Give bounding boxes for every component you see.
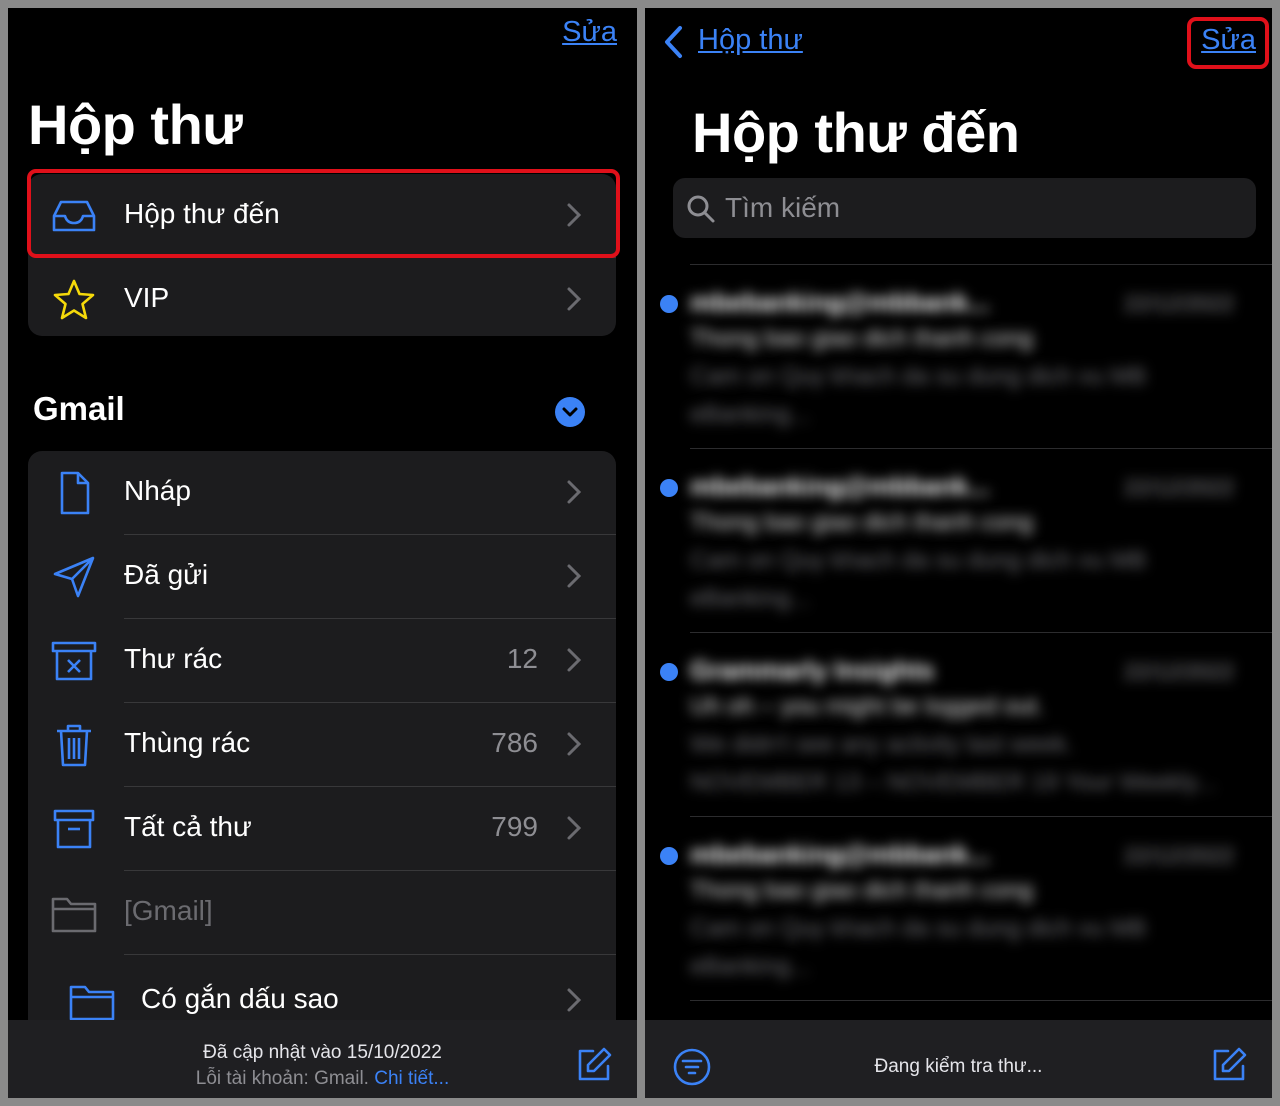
message-row[interactable]: mbebanking@mbbank... 22/12/2022 Thong ba… — [645, 817, 1272, 1001]
unread-count: 786 — [491, 727, 538, 758]
unread-count: 799 — [491, 811, 538, 842]
mailbox-vip[interactable]: VIP — [28, 258, 616, 336]
mailbox-label: Tất cả thư — [124, 811, 252, 842]
message-preview: We didn't see any activity last week. — [690, 731, 1073, 758]
message-preview: Cam on Quy khach da su dung dich vu MB — [690, 363, 1147, 390]
compose-icon[interactable] — [577, 1046, 613, 1082]
page-title: Hộp thư — [28, 93, 243, 156]
message-row[interactable]: mbebanking@mbbank... 22/12/2022 Thong ba… — [645, 449, 1272, 633]
message-sender: mbebanking@mbbank... — [690, 471, 990, 501]
edit-button[interactable]: Sửa — [562, 16, 617, 49]
unread-dot-icon — [660, 479, 678, 497]
document-icon — [50, 471, 98, 515]
search-icon — [687, 195, 715, 223]
message-preview: eBanking... — [690, 401, 811, 428]
unread-dot-icon — [660, 663, 678, 681]
folder-icon — [50, 891, 98, 935]
message-date: 22/12/2022 — [1123, 659, 1234, 684]
chevron-right-icon — [567, 648, 582, 672]
star-icon — [50, 278, 98, 322]
message-date: 22/12/2022 — [1123, 475, 1234, 500]
junk-box-icon — [50, 639, 98, 683]
page-title: Hộp thư đến — [692, 101, 1020, 164]
unread-count: 12 — [506, 643, 538, 674]
chevron-right-icon — [567, 480, 582, 504]
account-error-text: Lỗi tài khoản: Gmail. Chi tiết... — [195, 1068, 450, 1089]
back-button[interactable]: Hộp thư — [698, 24, 803, 57]
chevron-right-icon — [567, 988, 582, 1012]
message-sender: mbebanking@mbbank... — [690, 839, 990, 869]
message-sender: mbebanking@mbbank... — [690, 287, 990, 317]
mailbox-gmail-folder: [Gmail] — [28, 871, 616, 955]
unread-dot-icon — [660, 295, 678, 313]
mailbox-drafts[interactable]: Nháp — [28, 451, 616, 535]
mailbox-label: Có gắn dấu sao — [141, 983, 339, 1014]
chevron-down-icon — [562, 407, 578, 417]
bottom-toolbar: Đang kiểm tra thư... — [645, 1020, 1272, 1098]
chevron-right-icon — [567, 564, 582, 588]
mailbox-all-mail[interactable]: Tất cả thư 799 — [28, 787, 616, 871]
bottom-toolbar: Đã cập nhật vào 15/10/2022 Lỗi tài khoản… — [8, 1020, 637, 1098]
message-preview: Cam on Quy khach da su dung dich vu MB — [690, 547, 1147, 574]
mailboxes-screen: Sửa Hộp thư Hộp thư đến VIP Gmail Nháp Đ… — [8, 8, 637, 1098]
message-subject: Thong bao giao dich thanh cong — [690, 877, 1033, 904]
mailbox-label: [Gmail] — [124, 895, 213, 926]
last-updated-text: Đã cập nhật vào 15/10/2022 — [203, 1042, 442, 1063]
message-row[interactable]: Grammarly Insights 22/12/2022 Uh oh – yo… — [645, 633, 1272, 817]
compose-icon[interactable] — [1212, 1046, 1248, 1082]
collapse-section-button[interactable] — [555, 397, 585, 427]
unread-dot-icon — [660, 847, 678, 865]
inbox-screen: Hộp thư Sửa Hộp thư đến Tìm kiếm mbebank… — [645, 8, 1272, 1098]
chevron-left-icon[interactable] — [661, 24, 685, 60]
gmail-mailboxes-group: Nháp Đã gửi Thư rác 12 Thùng rác 786 Tất… — [28, 451, 616, 1071]
folder-icon — [68, 979, 116, 1023]
message-preview: eBanking... — [690, 585, 811, 612]
paper-plane-icon — [50, 555, 98, 599]
trash-icon — [50, 723, 98, 767]
chevron-right-icon — [567, 287, 582, 311]
archive-box-icon — [50, 807, 98, 851]
message-subject: Thong bao giao dich thanh cong — [690, 325, 1033, 352]
checking-mail-text: Đang kiểm tra thư... — [874, 1056, 1043, 1077]
details-link[interactable]: Chi tiết... — [374, 1068, 449, 1089]
message-row[interactable]: mbebanking@mbbank... 22/12/2022 Thong ba… — [645, 265, 1272, 449]
mailbox-label: VIP — [124, 282, 170, 313]
mailbox-label: Thư rác — [124, 643, 223, 674]
message-preview: eBanking... — [690, 953, 811, 980]
chevron-right-icon — [567, 816, 582, 840]
mailbox-inbox[interactable]: Hộp thư đến — [28, 174, 616, 258]
mailbox-label: Đã gửi — [124, 559, 209, 590]
mailbox-label: Hộp thư đến — [124, 198, 280, 229]
section-title-gmail: Gmail — [33, 390, 125, 427]
chevron-right-icon — [567, 203, 582, 227]
favorites-group: Hộp thư đến VIP — [28, 174, 616, 336]
chevron-right-icon — [567, 732, 582, 756]
message-preview: NOVEMBER 13 – NOVEMBER 19 Your Weekly... — [690, 769, 1216, 796]
mailbox-label: Nháp — [124, 475, 191, 506]
mailbox-label: Thùng rác — [124, 727, 251, 758]
message-date: 22/12/2022 — [1123, 843, 1234, 868]
message-date: 22/12/2022 — [1123, 291, 1234, 316]
mailbox-junk[interactable]: Thư rác 12 — [28, 619, 616, 703]
search-field[interactable]: Tìm kiếm — [673, 178, 1256, 238]
mailbox-sent[interactable]: Đã gửi — [28, 535, 616, 619]
message-sender: Grammarly Insights — [690, 655, 935, 685]
message-subject: Thong bao giao dich thanh cong — [690, 509, 1033, 536]
message-subject: Uh oh – you might be logged out. — [690, 693, 1044, 720]
inbox-tray-icon — [50, 194, 98, 238]
message-preview: Cam on Quy khach da su dung dich vu MB — [690, 915, 1147, 942]
search-placeholder: Tìm kiếm — [725, 192, 841, 223]
mailbox-trash[interactable]: Thùng rác 786 — [28, 703, 616, 787]
edit-button[interactable]: Sửa — [1201, 24, 1256, 57]
